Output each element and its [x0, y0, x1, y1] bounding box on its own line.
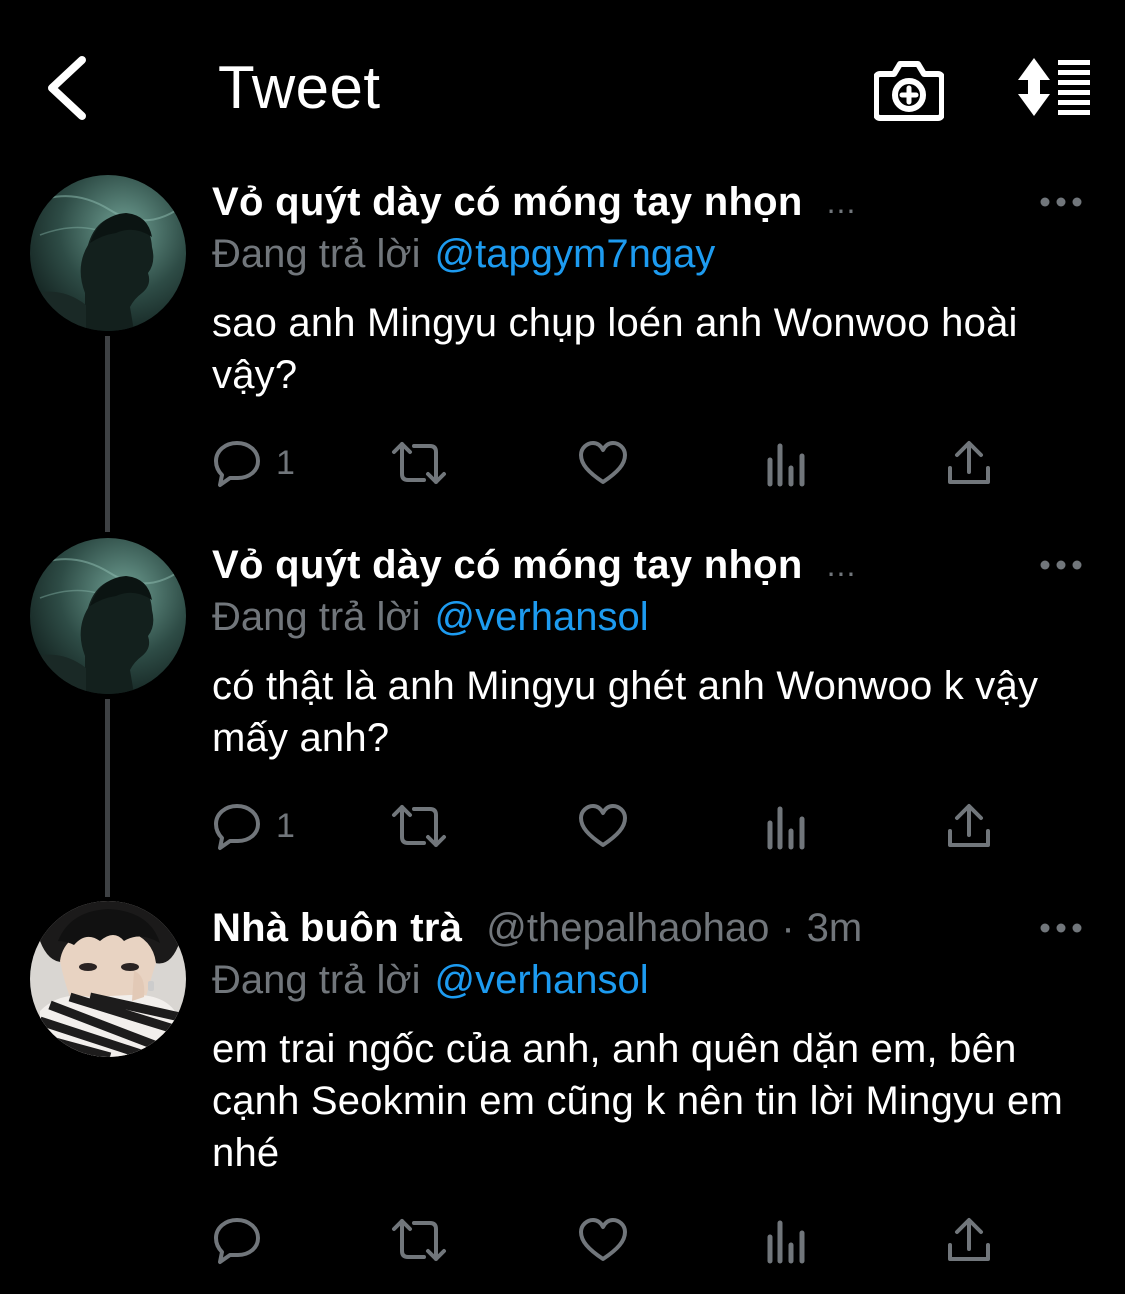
camera-button[interactable]: [873, 56, 945, 122]
views-button[interactable]: [764, 798, 808, 854]
reply-to-handle[interactable]: @tapgym7ngay: [435, 232, 716, 276]
heart-icon: [579, 1218, 627, 1261]
retweet-button[interactable]: [390, 1212, 448, 1268]
name-overflow: ...: [826, 546, 857, 583]
more-horizontal-icon: [1040, 560, 1082, 570]
timestamp[interactable]: 3m: [807, 906, 863, 951]
chevron-left-icon: [48, 56, 86, 120]
avatar[interactable]: [30, 901, 186, 1057]
sort-button[interactable]: [1012, 56, 1094, 118]
separator: ·: [781, 905, 795, 950]
thread-line: [105, 336, 110, 532]
reply-count: 1: [276, 806, 295, 845]
tweet-text: sao anh Mingyu chụp loén anh Wonwoo hoài…: [212, 301, 1018, 397]
reply-icon: [214, 804, 260, 850]
heart-icon: [579, 441, 627, 484]
page-title: Tweet: [218, 54, 381, 121]
share-button[interactable]: [946, 435, 992, 491]
display-name[interactable]: Nhà buôn trà: [212, 906, 462, 951]
analytics-icon: [767, 806, 805, 850]
retweet-button[interactable]: [390, 798, 448, 854]
reply-icon: [214, 1218, 260, 1264]
back-button[interactable]: [40, 52, 100, 124]
reply-button[interactable]: [212, 1212, 276, 1268]
share-button[interactable]: [946, 1212, 992, 1268]
retweet-icon: [392, 442, 446, 484]
reply-button[interactable]: 1: [212, 798, 295, 854]
user-handle[interactable]: @thepalhaohao: [486, 906, 769, 951]
retweet-button[interactable]: [390, 435, 448, 491]
action-bar: 1: [212, 435, 1012, 491]
reply-prefix: Đang trả lời: [212, 232, 421, 276]
thread-line: [105, 699, 110, 897]
share-button[interactable]: [946, 798, 992, 854]
share-icon: [948, 1218, 990, 1261]
name-overflow: ...: [826, 183, 857, 220]
reply-context: Đang trả lời @verhansol: [212, 954, 649, 1006]
more-horizontal-icon: [1040, 923, 1082, 933]
more-button[interactable]: [1036, 913, 1086, 943]
views-button[interactable]: [764, 1212, 808, 1268]
analytics-icon: [767, 443, 805, 487]
reply-prefix: Đang trả lời: [212, 958, 421, 1002]
reply-icon: [214, 441, 260, 487]
camera-plus-icon: [873, 61, 945, 121]
more-button[interactable]: [1036, 550, 1086, 580]
action-bar: 1: [212, 798, 1012, 854]
heart-icon: [579, 804, 627, 847]
reply-button[interactable]: 1: [212, 435, 295, 491]
reply-count: 1: [276, 443, 295, 482]
tweet-text: em trai ngốc của anh, anh quên dặn em, b…: [212, 1027, 1063, 1175]
more-button[interactable]: [1036, 187, 1086, 217]
display-name[interactable]: Vỏ quýt dày có móng tay nhọn: [212, 543, 803, 588]
tweet-text: có thật là anh Mingyu ghét anh Wonwoo k …: [212, 664, 1039, 760]
like-button[interactable]: [578, 1212, 628, 1268]
action-bar: [212, 1212, 1012, 1268]
views-button[interactable]: [764, 435, 808, 491]
share-icon: [948, 441, 990, 484]
reply-context: Đang trả lời @verhansol: [212, 591, 649, 643]
reply-prefix: Đang trả lời: [212, 595, 421, 639]
like-button[interactable]: [578, 435, 628, 491]
sort-icon: [1018, 58, 1090, 116]
avatar[interactable]: [30, 538, 186, 694]
more-horizontal-icon: [1040, 197, 1082, 207]
reply-context: Đang trả lời @tapgym7ngay: [212, 228, 715, 280]
reply-to-handle[interactable]: @verhansol: [435, 958, 649, 1002]
share-icon: [948, 804, 990, 847]
display-name[interactable]: Vỏ quýt dày có móng tay nhọn: [212, 180, 803, 225]
avatar[interactable]: [30, 175, 186, 331]
like-button[interactable]: [578, 798, 628, 854]
reply-to-handle[interactable]: @verhansol: [435, 595, 649, 639]
top-bar: Tweet: [0, 0, 1125, 160]
retweet-icon: [392, 1219, 446, 1261]
retweet-icon: [392, 805, 446, 847]
analytics-icon: [767, 1220, 805, 1264]
